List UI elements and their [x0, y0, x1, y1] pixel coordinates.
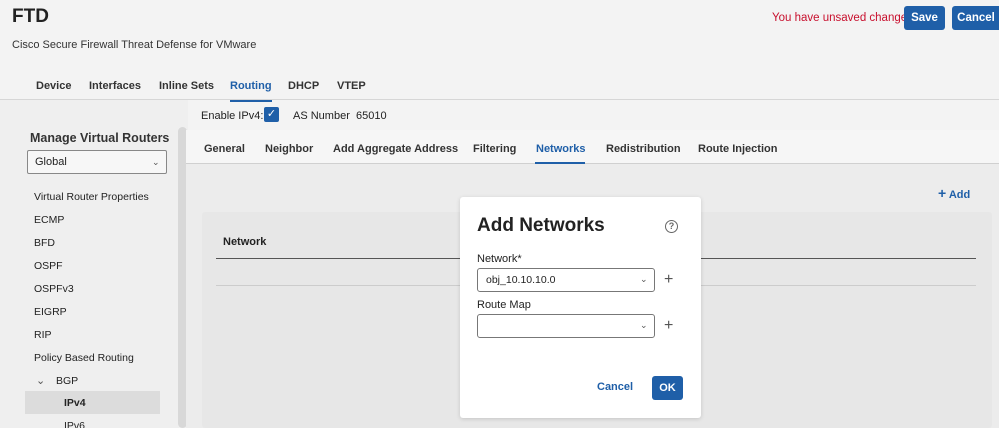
tab-general[interactable]: General: [204, 143, 245, 155]
chevron-down-icon: ⌄: [152, 157, 160, 167]
chevron-down-icon: ⌄: [640, 274, 648, 284]
tab-add-aggregate-address[interactable]: Add Aggregate Address: [333, 143, 458, 155]
route-map-field-label: Route Map: [477, 299, 531, 311]
add-network-button[interactable]: + Add: [938, 185, 970, 201]
sidebar-item-rip[interactable]: RIP: [34, 329, 52, 341]
sidebar-item-ospfv3[interactable]: OSPFv3: [34, 283, 74, 295]
sidebar-item-bgp-ipv4[interactable]: IPv4: [64, 397, 86, 409]
as-number-label: AS Number: [293, 110, 350, 122]
virtual-router-select[interactable]: Global ⌄: [27, 150, 167, 174]
dialog-cancel-button[interactable]: Cancel: [597, 381, 633, 393]
sidebar-item-ecmp[interactable]: ECMP: [34, 214, 64, 226]
tab-route-injection[interactable]: Route Injection: [698, 143, 777, 155]
plus-icon[interactable]: +: [664, 318, 673, 334]
save-button[interactable]: Save: [904, 6, 945, 30]
manage-virtual-routers-title: Manage Virtual Routers: [30, 131, 170, 145]
tab-neighbor[interactable]: Neighbor: [265, 143, 313, 155]
sidebar-item-policy-based-routing[interactable]: Policy Based Routing: [34, 352, 134, 364]
network-select-value: obj_10.10.10.0: [486, 274, 556, 286]
sidebar-item-ospf[interactable]: OSPF: [34, 260, 63, 272]
plus-icon[interactable]: +: [664, 272, 673, 288]
enable-ipv4-checkbox[interactable]: ✓: [264, 107, 279, 122]
sidebar-item-bgp[interactable]: BGP: [56, 375, 78, 387]
sidebar-item-bfd[interactable]: BFD: [34, 237, 55, 249]
virtual-router-value: Global: [35, 156, 67, 168]
sidebar-item-bgp-ipv6[interactable]: IPv6: [64, 420, 85, 428]
chevron-down-icon: ⌄: [640, 320, 648, 330]
as-number-value: 65010: [356, 110, 387, 122]
cancel-button[interactable]: Cancel: [952, 6, 999, 30]
add-network-label: Add: [948, 189, 971, 201]
tab-filtering[interactable]: Filtering: [473, 143, 516, 155]
dialog-title: Add Networks: [477, 215, 605, 236]
column-header-network: Network: [223, 236, 267, 248]
active-tab-underline: [535, 162, 585, 164]
tab-redistribution[interactable]: Redistribution: [606, 143, 681, 155]
unsaved-changes-text: You have unsaved changes: [772, 12, 913, 24]
plus-icon: +: [938, 185, 947, 201]
sidebar-item-eigrp[interactable]: EIGRP: [34, 306, 67, 318]
help-icon[interactable]: ?: [665, 220, 678, 233]
sidebar-selected-highlight: [25, 391, 160, 414]
chevron-down-icon[interactable]: ⌄: [36, 374, 45, 387]
device-subtitle: Cisco Secure Firewall Threat Defense for…: [12, 39, 257, 51]
dialog-ok-button[interactable]: OK: [652, 376, 683, 400]
page-header: FTD Cisco Secure Firewall Threat Defense…: [0, 0, 999, 102]
route-map-select[interactable]: ⌄: [477, 314, 655, 338]
network-select[interactable]: obj_10.10.10.0 ⌄: [477, 268, 655, 292]
tab-networks[interactable]: Networks: [536, 143, 586, 155]
device-title: FTD: [12, 6, 49, 27]
sidebar-item-virtual-router-properties[interactable]: Virtual Router Properties: [34, 191, 149, 203]
network-field-label: Network*: [477, 253, 522, 265]
enable-ipv4-label: Enable IPv4:: [201, 110, 264, 122]
